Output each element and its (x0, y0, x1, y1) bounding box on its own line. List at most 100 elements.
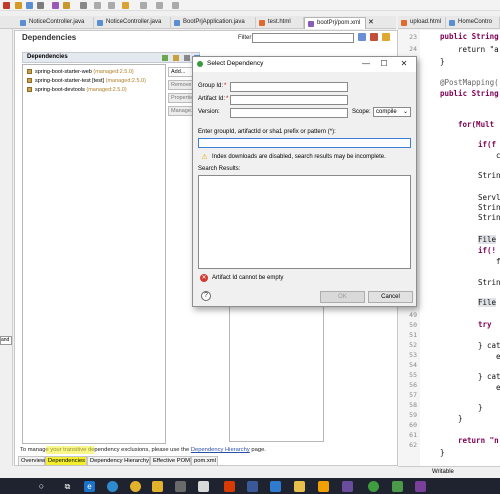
task-view-icon[interactable]: ⧉ (62, 481, 73, 492)
edge-browser-icon[interactable]: e (84, 481, 95, 492)
dependencies-list[interactable]: spring-boot-starter-web (managed:2.5.0) … (22, 64, 166, 444)
app-icon-yellow[interactable] (294, 481, 305, 492)
tab-home-controller[interactable]: HomeContro (446, 17, 500, 29)
spring-tool-suite-icon[interactable] (368, 481, 379, 492)
cancel-button[interactable]: Cancel (368, 291, 413, 303)
minimize-icon[interactable]: — (359, 58, 373, 70)
help-icon[interactable] (382, 33, 390, 41)
dependency-managed: (managed:2.5.0) (105, 78, 146, 84)
package-icon[interactable] (15, 2, 22, 9)
scope-value: compile (376, 109, 397, 115)
code-line: @PostMapping( (440, 78, 499, 87)
browser-icon[interactable] (107, 481, 118, 492)
tab-boot-prj-application[interactable]: BootPrjApplication.java (171, 17, 256, 29)
maximize-icon[interactable]: ☐ (377, 58, 391, 70)
run-icon[interactable] (3, 2, 10, 9)
dependency-name: spring-boot-starter-web (35, 69, 92, 75)
search-icon[interactable] (52, 2, 59, 9)
remove-dependency-button[interactable]: Remove (168, 80, 194, 90)
app-icon-window[interactable] (198, 481, 209, 492)
list-item[interactable]: spring-boot-devtools (managed:2.5.0) (27, 86, 127, 95)
properties-button[interactable]: Properties... (168, 93, 194, 103)
html-file-icon (259, 20, 265, 26)
folder-icon[interactable] (63, 2, 70, 9)
tab-notice-controller-1[interactable]: NoticeController.java (17, 17, 94, 29)
code-line: Strin (478, 171, 500, 180)
dependency-hierarchy-link[interactable]: Dependency Hierarchy (191, 447, 250, 453)
tab-effective-pom[interactable]: Effective POM (150, 456, 191, 466)
search-results-list[interactable] (198, 175, 411, 269)
tab-overview[interactable]: Overview (18, 456, 45, 466)
last-edit-icon[interactable] (122, 2, 129, 9)
open-external-icon[interactable] (172, 2, 179, 9)
warning-icon: ⚠ (201, 154, 208, 161)
eclipse-icon[interactable] (415, 481, 426, 492)
annotation-icon[interactable] (80, 2, 87, 9)
app-icon-green[interactable] (392, 481, 403, 492)
office-icon[interactable] (224, 481, 235, 492)
code-line: return "n (458, 436, 499, 445)
ok-button[interactable]: OK (320, 291, 365, 303)
left-panel-field[interactable]: and (0, 336, 12, 345)
close-icon[interactable]: ✕ (368, 18, 374, 26)
back-icon[interactable] (140, 2, 147, 9)
search-input[interactable] (198, 138, 411, 148)
settings-icon[interactable] (370, 33, 378, 41)
code-line: if(f (478, 140, 497, 149)
help-icon[interactable]: ? (201, 291, 211, 301)
debug-icon[interactable] (26, 2, 33, 9)
required-marker: * (226, 96, 229, 102)
start-search-icon[interactable]: ○ (36, 481, 47, 492)
code-line: e (496, 352, 500, 361)
code-line: return "a (458, 45, 499, 54)
add-dependency-button[interactable]: Add... (168, 67, 194, 77)
tab-pom-xml-source[interactable]: pom.xml (191, 456, 218, 466)
next-annotation-icon[interactable] (94, 2, 101, 9)
app-icon-orange[interactable] (318, 481, 329, 492)
dialog-title: Select Dependency (207, 60, 264, 67)
tab-test-html[interactable]: test.html (256, 17, 304, 29)
filter-icon[interactable] (173, 55, 179, 61)
jar-icon (27, 87, 32, 93)
tab-dependency-hierarchy[interactable]: Dependency Hierarchy (87, 456, 150, 466)
tab-notice-controller-2[interactable]: NoticeController.java (94, 17, 171, 29)
file-explorer-icon[interactable] (152, 481, 163, 492)
version-input[interactable] (230, 108, 348, 118)
chevron-down-icon: ⌄ (402, 109, 408, 115)
tab-pom-xml[interactable]: bootPrj/pom.xml (304, 17, 366, 29)
close-icon[interactable]: ✕ (397, 58, 411, 70)
line-number: 56 (409, 381, 417, 389)
app-icon-grid[interactable] (175, 481, 186, 492)
line-number: 58 (409, 401, 417, 409)
app-icon-cloud[interactable] (270, 481, 281, 492)
line-number: 52 (409, 341, 417, 349)
prev-annotation-icon[interactable] (108, 2, 115, 9)
dependency-management-list[interactable] (229, 304, 324, 442)
list-item[interactable]: spring-boot-starter-test [test] (managed… (27, 77, 146, 86)
line-number: 55 (409, 371, 417, 379)
group-id-input[interactable] (230, 82, 348, 92)
code-line: public String (440, 32, 499, 41)
build-icon[interactable] (37, 2, 44, 9)
filter-input[interactable] (252, 33, 354, 43)
forward-icon[interactable] (156, 2, 163, 9)
tab-upload-html[interactable]: upload.html (398, 17, 446, 29)
artifact-id-input[interactable] (230, 95, 348, 105)
code-line: } cat (478, 341, 500, 350)
code-line: f (496, 257, 500, 266)
chrome-icon[interactable] (130, 481, 141, 492)
app-icon-blue[interactable] (247, 481, 258, 492)
refresh-icon[interactable] (358, 33, 366, 41)
sort-icon[interactable] (162, 55, 168, 61)
app-icon-purple[interactable] (342, 481, 353, 492)
scope-select[interactable]: compile ⌄ (373, 107, 411, 117)
collapse-icon[interactable] (184, 55, 190, 61)
code-line: } (440, 57, 445, 66)
tab-dependencies[interactable]: Dependencies (45, 456, 87, 466)
dependency-managed: (managed:2.5.0) (86, 87, 127, 93)
manage-button[interactable]: Manage... (168, 106, 194, 116)
list-item[interactable]: spring-boot-starter-web (managed:2.5.0) (27, 68, 134, 77)
group-id-label: Group Id: (198, 83, 224, 89)
line-number: 24 (409, 45, 417, 53)
jar-icon (27, 78, 32, 84)
